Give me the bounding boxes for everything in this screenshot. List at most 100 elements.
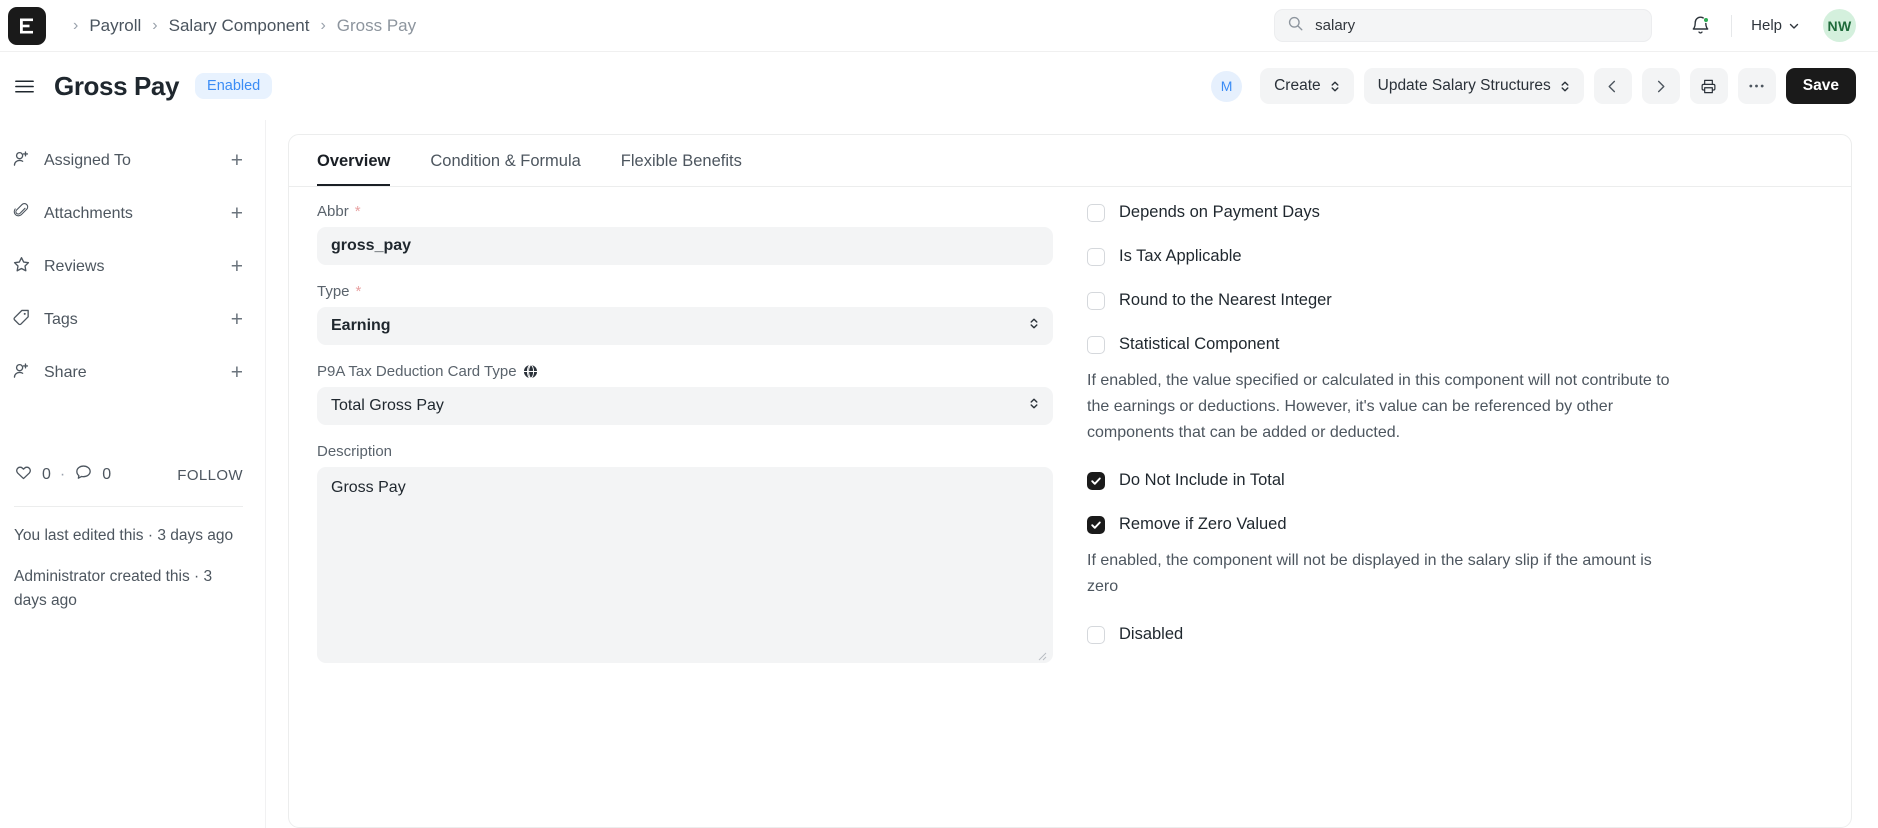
form-sidebar: Assigned To + Attachments + Reviews + Ta… <box>0 120 266 828</box>
breadcrumb-separator-2: › <box>320 16 326 34</box>
navbar-divider <box>1731 14 1733 37</box>
checkbox-box[interactable] <box>1087 204 1105 222</box>
frappe-logo-icon <box>20 18 33 33</box>
heart-icon[interactable] <box>14 463 33 487</box>
type-select[interactable]: Earning <box>317 307 1053 345</box>
notifications-button[interactable] <box>1682 8 1718 44</box>
statistical-component-help: If enabled, the value specified or calcu… <box>1087 372 1670 441</box>
sidebar-item-label: Share <box>44 363 87 381</box>
breadcrumb: › Payroll › Salary Component › Gross Pay <box>64 16 416 36</box>
checkbox-disabled[interactable]: Disabled <box>1087 625 1823 644</box>
breadcrumb-item-payroll[interactable]: Payroll <box>89 16 141 36</box>
chevron-right-icon <box>1658 80 1665 92</box>
checkbox-box[interactable] <box>1087 292 1105 310</box>
breadcrumb-separator-0: › <box>73 16 79 34</box>
checkbox-depends-on-payment-days[interactable]: Depends on Payment Days <box>1087 203 1823 222</box>
save-button[interactable]: Save <box>1785 68 1856 104</box>
p9a-label: P9A Tax Deduction Card Type <box>317 363 1053 380</box>
add-review-icon[interactable]: + <box>231 256 245 277</box>
sidebar-item-assigned-to[interactable]: Assigned To + <box>12 134 245 187</box>
add-share-icon[interactable]: + <box>231 362 245 383</box>
sidebar-stats: 0 · 0 FOLLOW <box>12 457 245 487</box>
abbr-input[interactable]: gross_pay <box>317 227 1053 265</box>
sidebar-item-tags[interactable]: Tags + <box>12 293 245 346</box>
abbr-label-text: Abbr <box>317 203 349 220</box>
printer-icon <box>1701 79 1716 93</box>
breadcrumb-separator-1: › <box>152 16 158 34</box>
checkbox-box[interactable] <box>1087 336 1105 354</box>
globe-icon <box>523 364 538 379</box>
sidebar-item-attachments[interactable]: Attachments + <box>12 187 245 240</box>
checkbox-remove-if-zero-valued[interactable]: Remove if Zero Valued <box>1087 515 1823 534</box>
checkbox-label: Disabled <box>1119 624 1184 643</box>
follow-button[interactable]: FOLLOW <box>177 467 243 484</box>
sidebar-item-label: Attachments <box>44 204 133 222</box>
checkbox-statistical-component[interactable]: Statistical Component <box>1087 335 1823 354</box>
p9a-select[interactable]: Total Gross Pay <box>317 387 1053 425</box>
sidebar-item-label: Reviews <box>44 257 105 275</box>
breadcrumb-item-gross-pay: Gross Pay <box>336 15 417 35</box>
breadcrumb-item-salary-component[interactable]: Salary Component <box>169 16 310 36</box>
checkbox-round-to-nearest-integer[interactable]: Round to the Nearest Integer <box>1087 291 1823 310</box>
add-tag-icon[interactable]: + <box>231 309 245 330</box>
assignee-avatar[interactable]: M <box>1211 70 1243 102</box>
notification-indicator <box>1703 16 1710 23</box>
tab-condition-formula[interactable]: Condition & Formula <box>430 135 580 186</box>
top-navbar: › Payroll › Salary Component › Gross Pay… <box>0 0 1878 52</box>
comment-icon[interactable] <box>74 463 93 487</box>
remove-if-zero-help: If enabled, the component will not be di… <box>1087 551 1652 595</box>
checkbox-do-not-include-in-total[interactable]: Do Not Include in Total <box>1087 471 1823 490</box>
next-record-button[interactable] <box>1641 68 1680 104</box>
description-label: Description <box>317 443 1053 460</box>
form-column-right: Depends on Payment Days Is Tax Applicabl… <box>1083 203 1823 681</box>
resize-handle-icon[interactable] <box>1037 648 1047 661</box>
type-value: Earning <box>331 317 391 334</box>
tag-icon <box>12 308 31 332</box>
description-label-text: Description <box>317 443 393 460</box>
checkbox-box[interactable] <box>1087 471 1105 490</box>
user-avatar[interactable]: NW <box>1823 9 1856 42</box>
print-button[interactable] <box>1689 68 1728 104</box>
update-button-label: Update Salary Structures <box>1377 77 1551 94</box>
hamburger-icon <box>14 79 34 93</box>
help-menu[interactable]: Help <box>1745 12 1806 39</box>
tab-overview[interactable]: Overview <box>317 135 391 186</box>
sidebar-item-reviews[interactable]: Reviews + <box>12 240 245 293</box>
chevron-down-icon <box>1789 23 1799 29</box>
field-abbr: Abbr * gross_pay <box>317 203 1053 265</box>
sidebar-toggle-button[interactable] <box>8 70 40 102</box>
checkbox-label: Remove if Zero Valued <box>1119 514 1287 533</box>
update-salary-structures-button[interactable]: Update Salary Structures <box>1363 68 1584 104</box>
checkbox-is-tax-applicable[interactable]: Is Tax Applicable <box>1087 247 1823 266</box>
search-value: salary <box>1315 17 1356 34</box>
checkbox-box[interactable] <box>1087 625 1105 644</box>
checkbox-label: Depends on Payment Days <box>1119 203 1320 221</box>
form-card: Overview Condition & Formula Flexible Be… <box>288 134 1852 828</box>
add-attachment-icon[interactable]: + <box>231 203 245 224</box>
app-logo[interactable] <box>8 6 46 45</box>
stats-separator: · <box>59 466 66 483</box>
more-options-button[interactable] <box>1737 68 1776 104</box>
p9a-label-text: P9A Tax Deduction Card Type <box>317 363 517 380</box>
checkbox-box[interactable] <box>1087 248 1105 266</box>
select-arrows-icon <box>1330 79 1340 94</box>
create-button-label: Create <box>1274 77 1321 94</box>
check-icon <box>1091 521 1101 529</box>
sidebar-item-share[interactable]: Share + <box>12 346 245 399</box>
user-plus-icon <box>12 361 31 385</box>
description-textarea[interactable]: Gross Pay <box>317 467 1053 663</box>
last-edited-note: You last edited this · 3 days ago <box>14 527 234 544</box>
add-assigned-to-icon[interactable]: + <box>231 150 245 171</box>
like-count: 0 <box>42 466 51 483</box>
field-description: Description Gross Pay <box>317 443 1053 663</box>
type-label: Type * <box>317 283 1053 300</box>
status-badge[interactable]: Enabled <box>195 73 273 99</box>
tab-flexible-benefits[interactable]: Flexible Benefits <box>621 135 742 186</box>
page-header: Gross Pay Enabled M Create Update Salary… <box>0 52 1878 120</box>
create-button[interactable]: Create <box>1260 68 1354 104</box>
checkbox-box[interactable] <box>1087 515 1105 534</box>
previous-record-button[interactable] <box>1593 68 1632 104</box>
type-label-text: Type <box>317 283 350 300</box>
search-input[interactable]: salary <box>1274 9 1653 42</box>
